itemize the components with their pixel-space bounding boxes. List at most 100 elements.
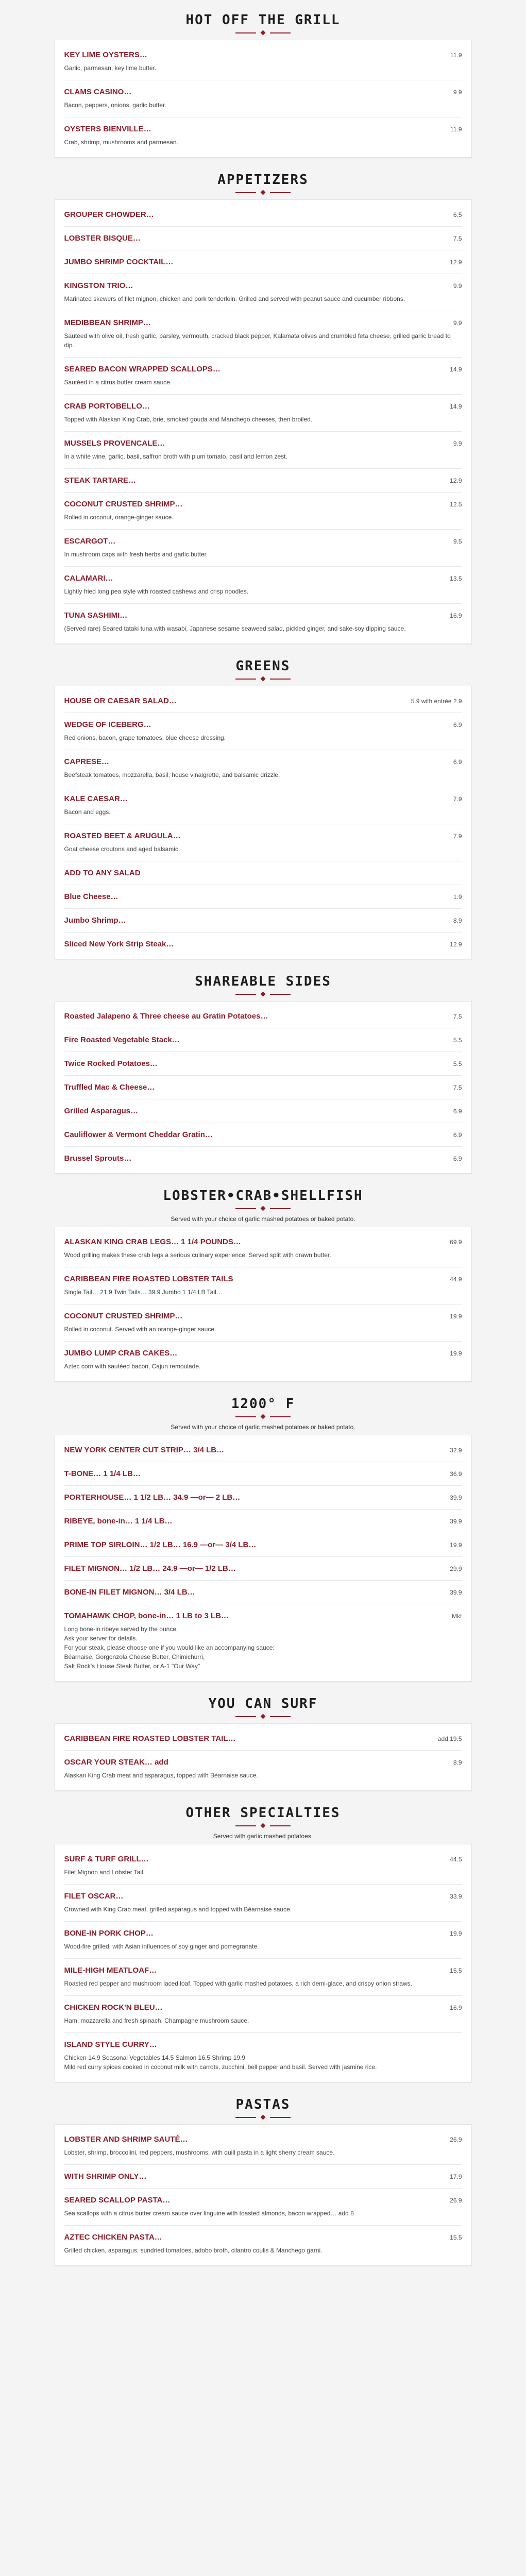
menu-item-name: KEY LIME OYSTERS… [64, 50, 147, 59]
menu-item: GROUPER CHOWDER… 6.5 [64, 203, 462, 227]
menu-item-name: JUMBO SHRIMP COCKTAIL… [64, 258, 174, 266]
menu-item-price: 8.9 [453, 917, 462, 924]
menu-card: HOUSE OR CAESAR SALAD… 5.9 with entrée 2.… [54, 686, 472, 959]
menu-item-price: 19.9 [450, 1313, 462, 1320]
menu-item-description: (Served rare) Seared tataki tuna with wa… [64, 625, 406, 632]
menu-item-row: MUSSELS PROVENCALE… 9.9 [64, 439, 462, 448]
menu-item-name: BONE-IN PORK CHOP… [64, 1929, 154, 1938]
menu-item-row: FILET OSCAR… 33.9 [64, 1892, 462, 1901]
menu-item: SEARED BACON WRAPPED SCALLOPS… 14.9 Sautée… [64, 358, 462, 395]
menu-item: WEDGE OF ICEBERG… 6.9 Red onions, bacon, g… [64, 713, 462, 750]
section-title: GREENS [235, 658, 291, 674]
menu-item-price: 12.5 [450, 501, 462, 508]
menu-item-description: Sautéed with olive oil, fresh garlic, pa… [64, 332, 451, 349]
menu-item-price: 5.5 [453, 1037, 462, 1044]
menu-item-price: 17.9 [450, 2173, 462, 2180]
menu-item-price: 44.9 [450, 1276, 462, 1283]
menu-item-price: 39.9 [450, 1494, 462, 1501]
menu-item-name: T-BONE… 1 1/4 LB… [64, 1469, 141, 1478]
menu-item-price: 9.9 [453, 282, 462, 290]
menu-item-row: MILE-HIGH MEATLOAF… 15.5 [64, 1966, 462, 1975]
menu-item-price: 11.9 [450, 126, 462, 133]
menu-item: MUSSELS PROVENCALE… 9.9 In a white wine, g… [64, 432, 462, 469]
section-divider [0, 1823, 526, 1828]
menu-item-price: 8.9 [453, 1759, 462, 1766]
section-sides: SHAREABLE SIDES Roasted Jalapeno & Three … [0, 974, 526, 1174]
section-title: YOU CAN SURF [208, 1696, 318, 1711]
diamond-icon [260, 2114, 266, 2120]
menu-item-name: MEDIBBEAN SHRIMP… [64, 318, 151, 327]
menu-item: STEAK TARTARE… 12.9 [64, 469, 462, 493]
menu-item-name: ADD TO ANY SALAD [64, 869, 141, 877]
menu-item-name: FILET OSCAR… [64, 1892, 124, 1901]
menu-item: CALAMARI… 13.5 Lightly fried long pea styl… [64, 567, 462, 604]
menu-item-description: Aztec corn with sautéed bacon, Cajun rem… [64, 1363, 201, 1370]
menu-item-row: WEDGE OF ICEBERG… 6.9 [64, 720, 462, 729]
menu-item-row: SEARED SCALLOP PASTA… 26.9 [64, 2196, 462, 2205]
menu-item-name: SEARED SCALLOP PASTA… [64, 2196, 171, 2205]
divider-line [270, 1416, 291, 1417]
menu-item-price: 29.9 [450, 1565, 462, 1572]
menu-item-price: 9.9 [453, 319, 462, 327]
menu-item-price: 39.9 [450, 1589, 462, 1596]
menu-item-row: ALASKAN KING CRAB LEGS… 1 1/4 POUNDS… 69.… [64, 1238, 462, 1246]
menu-item: KALE CAESAR… 7.9 Bacon and eggs. [64, 787, 462, 824]
menu-item-price: 11.9 [450, 52, 462, 59]
menu-item: FILET OSCAR… 33.9 Crowned with King Crab m… [64, 1885, 462, 1922]
menu-item: Sliced New York Strip Steak… 12.9 [64, 933, 462, 956]
menu-item-row: Blue Cheese… 1.9 [64, 892, 462, 901]
menu-item: Cauliflower & Vermont Cheddar Gratin… 6.9 [64, 1123, 462, 1147]
menu-item-row: GROUPER CHOWDER… 6.5 [64, 210, 462, 219]
section-surf: YOU CAN SURF CARIBBEAN FIRE ROASTED LOBST… [0, 1696, 526, 1791]
menu-item-row: PRIME TOP SIRLOIN… 1/2 LB… 16.9 —or— 3/4… [64, 1540, 462, 1549]
menu-item: CRAB PORTOBELLO… 14.9 Topped with Alaskan … [64, 395, 462, 432]
menu-item-row: CARIBBEAN FIRE ROASTED LOBSTER TAILS 44.9 [64, 1275, 462, 1283]
section-appetizers: APPETIZERS GROUPER CHOWDER… 6.5 LOBSTER BIS… [0, 172, 526, 644]
menu-item: TUNA SASHIMI… 16.9 (Served rare) Seared ta… [64, 604, 462, 640]
menu-item: TOMAHAWK CHOP, bone-in… 1 LB to 3 LB… Mkt… [64, 1604, 462, 1678]
menu-item-description: Bacon, peppers, onions, garlic butter. [64, 101, 166, 109]
menu-item: FILET MIGNON… 1/2 LB… 24.9 —or— 1/2 LB… 2… [64, 1557, 462, 1581]
menu-item-name: Truffled Mac & Cheese… [64, 1083, 155, 1092]
menu-item-description: Crowned with King Crab meat, grilled asp… [64, 1906, 292, 1913]
menu-item-description: Wood grilling makes these crab legs a se… [64, 1251, 331, 1259]
section-divider [0, 1206, 526, 1211]
menu-item-name: Jumbo Shrimp… [64, 916, 126, 925]
menu-item-price: 36.9 [450, 1470, 462, 1478]
menu-item-name: JUMBO LUMP CRAB CAKES… [64, 1349, 178, 1358]
section-shellfish: LOBSTER•CRAB•SHELLFISH Served with your c… [0, 1188, 526, 1382]
menu-item-row: CRAB PORTOBELLO… 14.9 [64, 402, 462, 411]
menu-item-row: Jumbo Shrimp… 8.9 [64, 916, 462, 925]
menu-item-description: Ham, mozzarella and fresh spinach. Champ… [64, 2017, 249, 2024]
menu-item-row: CLAMS CASINO… 9.9 [64, 88, 462, 96]
menu-page: HOT OFF THE GRILL KEY LIME OYSTERS… 11.9 Ga… [0, 0, 526, 2301]
menu-item: CAPRESE… 6.9 Beefsteak tomatoes, mozzarell… [64, 750, 462, 787]
menu-item-name: WITH SHRIMP ONLY… [64, 2172, 147, 2181]
menu-item: ADD TO ANY SALAD [64, 861, 462, 885]
menu-item: T-BONE… 1 1/4 LB… 36.9 [64, 1462, 462, 1486]
menu-item-description: Sautéed in a citrus butter cream sauce. [64, 379, 172, 386]
menu-item-row: CALAMARI… 13.5 [64, 574, 462, 583]
menu-item: KINGSTON TRIO… 9.9 Marinated skewers of fi… [64, 274, 462, 311]
menu-item-price: 7.9 [453, 795, 462, 803]
menu-item-name: CHICKEN ROCK'N BLEU… [64, 2003, 163, 2012]
section-title: LOBSTER•CRAB•SHELLFISH [163, 1188, 363, 1204]
menu-item-price: 32.9 [450, 1447, 462, 1454]
section-note: Served with your choice of garlic mashed… [171, 1423, 355, 1431]
section-note: Served with garlic mashed potatoes. [213, 1833, 313, 1840]
divider-line [235, 993, 256, 995]
menu-item-name: MUSSELS PROVENCALE… [64, 439, 165, 448]
menu-item-name: CALAMARI… [64, 574, 113, 583]
menu-item-description: Bacon and eggs. [64, 808, 111, 816]
menu-item-price: 33.9 [450, 1893, 462, 1900]
menu-item-row: CAPRESE… 6.9 [64, 757, 462, 766]
menu-item: MEDIBBEAN SHRIMP… 9.9 Sautéed with olive o… [64, 311, 462, 358]
menu-item-row: CHICKEN ROCK'N BLEU… 16.9 [64, 2003, 462, 2012]
menu-item: OSCAR YOUR STEAK… add 8.9 Alaskan King Cra… [64, 1751, 462, 1787]
menu-item-price: 15.5 [450, 2234, 462, 2241]
menu-card: KEY LIME OYSTERS… 11.9 Garlic, parmesan, k… [54, 40, 472, 158]
menu-item-row: TUNA SASHIMI… 16.9 [64, 611, 462, 620]
menu-item-name: SEARED BACON WRAPPED SCALLOPS… [64, 365, 220, 374]
menu-item-name: MILE-HIGH MEATLOAF… [64, 1966, 157, 1975]
menu-card: SURF & TURF GRILL… 44.5 Filet Mignon and L… [54, 1844, 472, 2082]
